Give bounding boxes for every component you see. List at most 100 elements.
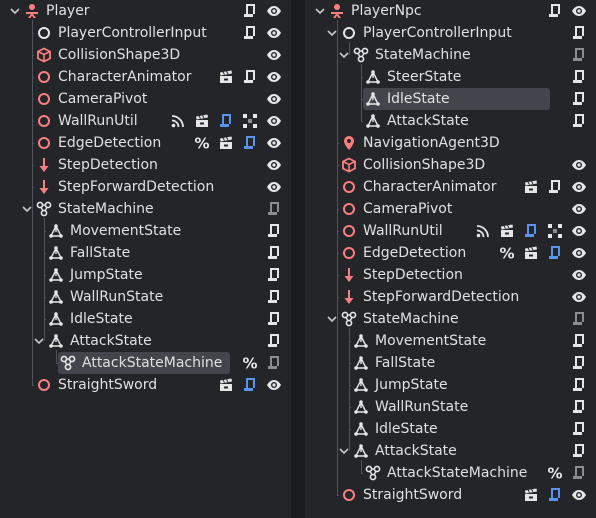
tree-item[interactable]: CameraPivot: [305, 198, 596, 220]
script-icon[interactable]: [266, 245, 282, 261]
script-gray-icon[interactable]: [571, 47, 587, 63]
tree-item[interactable]: IdleState: [305, 88, 596, 110]
tree-item[interactable]: PlayerNpc: [305, 0, 596, 22]
script-gray-icon[interactable]: [266, 355, 282, 371]
script-gray-icon[interactable]: [266, 201, 282, 217]
tree-item[interactable]: CollisionShape3D: [0, 44, 291, 66]
group-icon[interactable]: [547, 223, 563, 239]
script-gray-icon[interactable]: [571, 465, 587, 481]
unique-name-icon[interactable]: %: [194, 135, 210, 153]
tree-item[interactable]: CharacterAnimator: [305, 176, 596, 198]
tree-item[interactable]: PlayerControllerInput: [0, 22, 291, 44]
clapper-icon[interactable]: [218, 69, 234, 85]
tree-item[interactable]: AttackStateMachine%: [305, 462, 596, 484]
signal-icon[interactable]: [475, 223, 491, 239]
script-icon[interactable]: [266, 311, 282, 327]
script-icon[interactable]: [266, 289, 282, 305]
script-icon[interactable]: [547, 3, 563, 19]
script-icon[interactable]: [571, 113, 587, 129]
visibility-icon[interactable]: [266, 135, 282, 151]
script-icon[interactable]: [571, 355, 587, 371]
visibility-icon[interactable]: [571, 223, 587, 239]
tree-item[interactable]: NavigationAgent3D: [305, 132, 596, 154]
tree-item[interactable]: EdgeDetection%: [305, 242, 596, 264]
script-icon[interactable]: [547, 179, 563, 195]
visibility-icon[interactable]: [266, 179, 282, 195]
group-icon[interactable]: [242, 113, 258, 129]
visibility-icon[interactable]: [266, 25, 282, 41]
visibility-icon[interactable]: [571, 201, 587, 217]
visibility-icon[interactable]: [266, 91, 282, 107]
visibility-icon[interactable]: [571, 267, 587, 283]
script-blue-icon[interactable]: [523, 223, 539, 239]
tree-item[interactable]: StepForwardDetection: [0, 176, 291, 198]
unique-name-icon[interactable]: %: [499, 245, 515, 263]
tree-item[interactable]: EdgeDetection%: [0, 132, 291, 154]
tree-item[interactable]: StraightSword: [0, 374, 291, 396]
visibility-icon[interactable]: [571, 157, 587, 173]
tree-item[interactable]: AttackStateMachine%: [0, 352, 291, 374]
tree-item[interactable]: AttackState: [305, 110, 596, 132]
script-icon[interactable]: [242, 25, 258, 41]
tree-item[interactable]: PlayerControllerInput: [305, 22, 596, 44]
unique-name-icon[interactable]: %: [242, 355, 258, 373]
script-icon[interactable]: [571, 333, 587, 349]
script-icon[interactable]: [571, 399, 587, 415]
script-blue-icon[interactable]: [547, 487, 563, 503]
script-icon[interactable]: [242, 3, 258, 19]
visibility-icon[interactable]: [266, 113, 282, 129]
script-icon[interactable]: [571, 421, 587, 437]
tree-item[interactable]: StepDetection: [0, 154, 291, 176]
visibility-icon[interactable]: [571, 179, 587, 195]
clapper-icon[interactable]: [523, 245, 539, 261]
tree-item[interactable]: CharacterAnimator: [0, 66, 291, 88]
script-icon[interactable]: [571, 443, 587, 459]
clapper-icon[interactable]: [194, 113, 210, 129]
tree-item[interactable]: Player: [0, 0, 291, 22]
visibility-icon[interactable]: [571, 3, 587, 19]
script-icon[interactable]: [266, 267, 282, 283]
tree-item[interactable]: CameraPivot: [0, 88, 291, 110]
chevron-down-icon[interactable]: [313, 4, 327, 18]
clapper-icon[interactable]: [218, 377, 234, 393]
script-blue-icon[interactable]: [242, 377, 258, 393]
clapper-icon[interactable]: [218, 135, 234, 151]
script-gray-icon[interactable]: [571, 311, 587, 327]
chevron-down-icon[interactable]: [8, 4, 22, 18]
visibility-icon[interactable]: [571, 289, 587, 305]
script-icon[interactable]: [571, 377, 587, 393]
script-icon[interactable]: [266, 333, 282, 349]
visibility-icon[interactable]: [266, 377, 282, 393]
tree-item[interactable]: StraightSword: [305, 484, 596, 506]
script-icon[interactable]: [571, 91, 587, 107]
tree-item[interactable]: CollisionShape3D: [305, 154, 596, 176]
visibility-icon[interactable]: [266, 3, 282, 19]
signal-icon[interactable]: [170, 113, 186, 129]
script-icon[interactable]: [571, 69, 587, 85]
clapper-icon[interactable]: [523, 487, 539, 503]
visibility-icon[interactable]: [571, 487, 587, 503]
tree-item[interactable]: StateMachine: [305, 308, 596, 330]
visibility-icon[interactable]: [571, 245, 587, 261]
raycast-icon: [36, 179, 52, 195]
script-blue-icon[interactable]: [242, 135, 258, 151]
tree-item[interactable]: SteerState: [305, 66, 596, 88]
tree-item[interactable]: StepForwardDetection: [305, 286, 596, 308]
tree-item[interactable]: WallRunUtil: [0, 110, 291, 132]
state-icon: [353, 443, 369, 459]
visibility-icon[interactable]: [266, 47, 282, 63]
clapper-icon[interactable]: [523, 179, 539, 195]
script-icon[interactable]: [266, 223, 282, 239]
script-icon[interactable]: [571, 25, 587, 41]
tree-item[interactable]: WallRunUtil: [305, 220, 596, 242]
script-blue-icon[interactable]: [547, 245, 563, 261]
unique-name-icon[interactable]: %: [547, 465, 563, 483]
visibility-icon[interactable]: [266, 69, 282, 85]
clapper-icon[interactable]: [499, 223, 515, 239]
node-label: StateMachine: [375, 47, 471, 63]
script-icon[interactable]: [242, 69, 258, 85]
tree-item[interactable]: StateMachine: [0, 198, 291, 220]
tree-item[interactable]: StepDetection: [305, 264, 596, 286]
script-blue-icon[interactable]: [218, 113, 234, 129]
visibility-icon[interactable]: [266, 157, 282, 173]
